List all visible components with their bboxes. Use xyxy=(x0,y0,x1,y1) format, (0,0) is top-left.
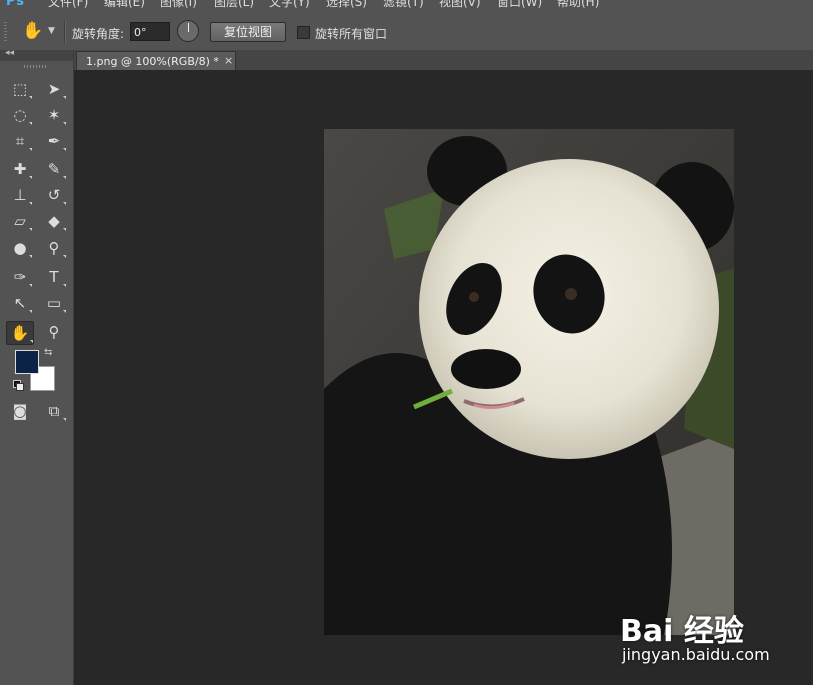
document-tab-bar: 1.png @ 100%(RGB/8) * × xyxy=(74,50,813,70)
options-bar: ✋ ▼ 旋转角度: 0° 复位视图 旋转所有窗口 xyxy=(0,14,813,58)
menu-select[interactable]: 选择(S) xyxy=(326,0,367,10)
move-icon[interactable]: ➤ xyxy=(42,78,66,100)
crop-icon[interactable]: ⌗ xyxy=(8,130,32,152)
rectangle-icon[interactable]: ▭ xyxy=(42,292,66,314)
menu-edit[interactable]: 编辑(E) xyxy=(104,0,145,10)
rotate-all-windows-label[interactable]: 旋转所有窗口 xyxy=(315,25,387,42)
history-brush-icon[interactable]: ↺ xyxy=(42,184,66,206)
watermark-url: jingyan.baidu.com xyxy=(622,645,770,664)
toolbox-header: ◂◂ xyxy=(0,48,73,61)
toolbox: ◂◂ ⬚ ➤ ◌ ✶ ⌗ ✒ ✚ ✎ ⊥ ↺ ▱ ◆ ● ⚲ ✑ T ↖ ▭ ✋… xyxy=(0,48,74,685)
rotation-angle-input[interactable]: 0° xyxy=(130,22,170,41)
menu-bar: Ps 文件(F) 编辑(E) 图像(I) 图层(L) 文字(Y) 选择(S) 滤… xyxy=(0,0,813,14)
swap-colors-icon[interactable]: ⇆ xyxy=(44,347,52,358)
screen-mode-icon[interactable]: ⧉ xyxy=(42,400,66,422)
pen-icon[interactable]: ✑ xyxy=(8,266,32,288)
marquee-icon[interactable]: ⬚ xyxy=(8,78,32,100)
document-tab-title: 1.png @ 100%(RGB/8) * xyxy=(86,55,219,68)
baidu-watermark: Bai 经验 jingyan.baidu.com xyxy=(620,598,810,678)
eraser-icon[interactable]: ▱ xyxy=(8,210,32,232)
panda-image xyxy=(324,129,734,635)
dial-needle-icon xyxy=(188,23,189,32)
chevron-down-icon: ▼ xyxy=(48,26,55,36)
options-separator xyxy=(64,21,66,43)
magic-wand-icon[interactable]: ✶ xyxy=(42,104,66,126)
path-selection-icon[interactable]: ↖ xyxy=(8,292,32,314)
hand-rotate-icon: ✋ xyxy=(22,21,44,41)
document-tab[interactable]: 1.png @ 100%(RGB/8) * × xyxy=(76,51,236,70)
canvas-area[interactable]: Bai 经验 jingyan.baidu.com xyxy=(74,70,813,685)
default-colors-icon[interactable] xyxy=(13,380,24,391)
blur-icon[interactable]: ● xyxy=(8,237,32,259)
quick-mask-icon[interactable]: ◙ xyxy=(8,400,32,422)
menu-help[interactable]: 帮助(H) xyxy=(557,0,599,10)
menu-type[interactable]: 文字(Y) xyxy=(269,0,310,10)
zoom-icon[interactable]: ⚲ xyxy=(42,321,66,343)
spot-healing-icon[interactable]: ✚ xyxy=(8,158,32,180)
dodge-icon[interactable]: ⚲ xyxy=(42,237,66,259)
menu-file[interactable]: 文件(F) xyxy=(48,0,88,10)
eyedropper-icon[interactable]: ✒ xyxy=(42,130,66,152)
type-icon[interactable]: T xyxy=(42,266,66,288)
menu-window[interactable]: 窗口(W) xyxy=(497,0,542,10)
brush-icon[interactable]: ✎ xyxy=(42,158,66,180)
foreground-color-swatch[interactable] xyxy=(15,350,39,374)
options-bar-grip[interactable] xyxy=(4,22,7,42)
reset-view-button[interactable]: 复位视图 xyxy=(210,22,286,42)
photoshop-logo: Ps xyxy=(6,0,26,9)
clone-stamp-icon[interactable]: ⊥ xyxy=(8,184,32,206)
menu-layer[interactable]: 图层(L) xyxy=(214,0,254,10)
collapse-icon[interactable]: ◂◂ xyxy=(5,48,14,58)
toolbox-grip[interactable] xyxy=(24,65,48,68)
paint-bucket-icon[interactable]: ◆ xyxy=(42,210,66,232)
lasso-icon[interactable]: ◌ xyxy=(8,104,32,126)
menu-view[interactable]: 视图(V) xyxy=(439,0,481,10)
rotate-all-windows-checkbox[interactable] xyxy=(297,26,310,39)
tool-preset-picker[interactable]: ✋ ▼ xyxy=(18,20,64,44)
close-icon[interactable]: × xyxy=(224,54,233,67)
type-tool-glyph: T xyxy=(49,268,59,286)
rotation-dial[interactable] xyxy=(177,20,199,42)
watermark-brand: Bai 经验 xyxy=(620,614,744,649)
rotate-view-icon[interactable]: ✋ xyxy=(6,321,34,345)
rotation-angle-label: 旋转角度: xyxy=(72,27,125,41)
menu-filter[interactable]: 滤镜(T) xyxy=(383,0,424,10)
menu-image[interactable]: 图像(I) xyxy=(160,0,197,10)
